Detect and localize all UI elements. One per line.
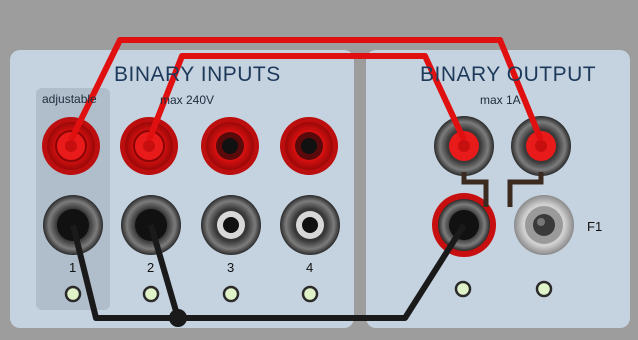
- binary-output-title: BINARY OUTPUT: [420, 63, 597, 86]
- input-4-positive-socket[interactable]: [280, 117, 338, 175]
- channel-label-4: 4: [306, 260, 314, 275]
- led-indicator-1: [64, 285, 82, 303]
- adjustable-label: adjustable: [42, 92, 97, 106]
- fuse-holder[interactable]: [514, 195, 574, 255]
- output-max-current-label: max 1A: [480, 93, 521, 107]
- led-indicator-output: [454, 280, 472, 298]
- inputs-max-voltage-label: max 240V: [160, 93, 215, 107]
- input-3-common-socket[interactable]: [201, 195, 261, 255]
- led-indicator-fuse: [535, 280, 553, 298]
- channel-label-3: 3: [227, 260, 235, 275]
- panel-graphic: [10, 37, 630, 328]
- channel-label-2: 2: [147, 260, 155, 275]
- binary-inputs-title: BINARY INPUTS: [114, 63, 281, 86]
- input-3-positive-socket[interactable]: [201, 117, 259, 175]
- led-indicator-3: [222, 285, 240, 303]
- fuse-label: F1: [587, 219, 603, 234]
- binary-output-panel: [366, 50, 630, 328]
- channel-label-1: 1: [69, 260, 77, 275]
- led-indicator-4: [301, 285, 319, 303]
- binary-io-panel: BINARY INPUTS BINARY OUTPUT adjustable m…: [0, 0, 638, 340]
- black-wire-junction: [169, 309, 187, 327]
- led-indicator-2: [142, 285, 160, 303]
- input-4-common-socket[interactable]: [280, 195, 340, 255]
